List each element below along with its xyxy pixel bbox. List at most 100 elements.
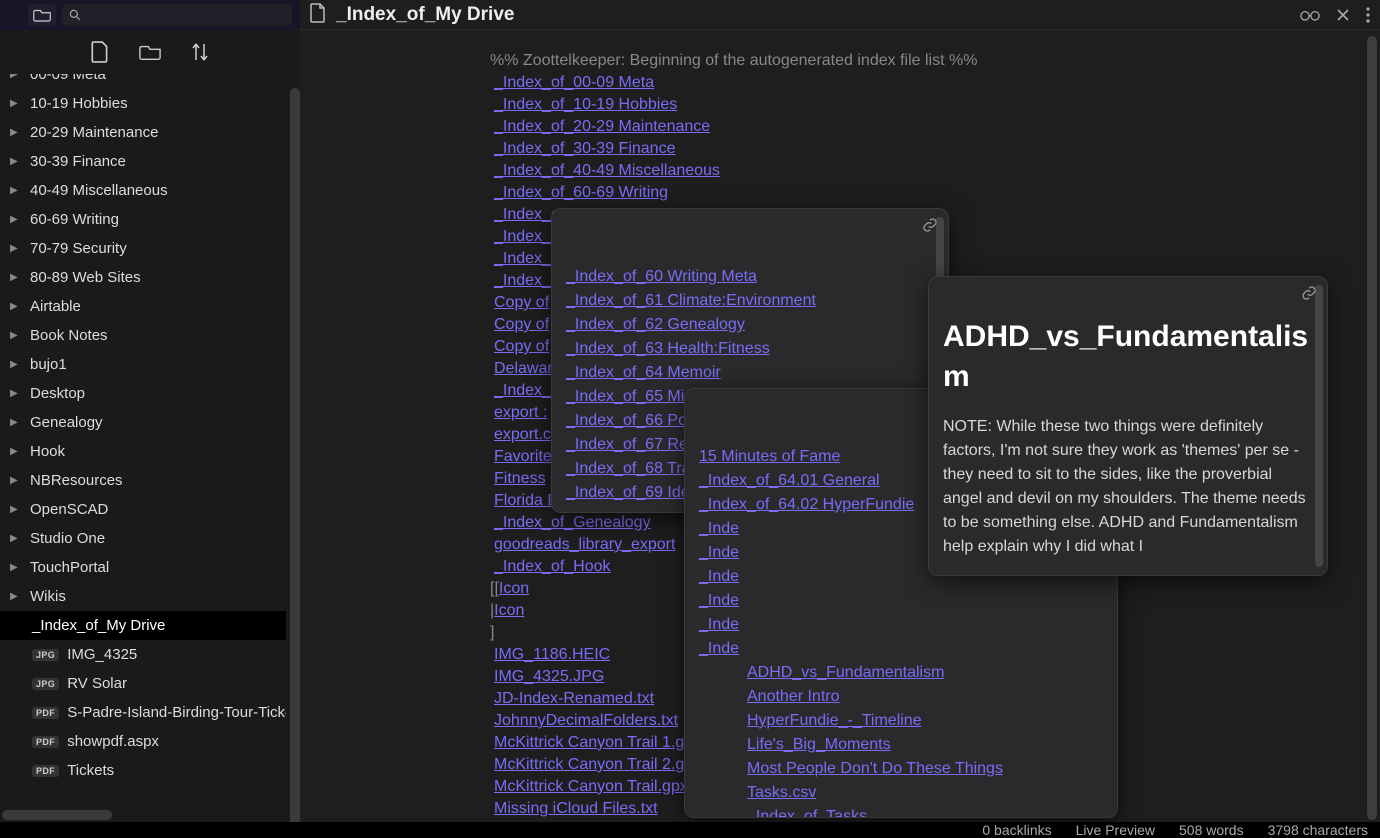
sidebar-folder[interactable]: ▶10-19 Hobbies: [0, 89, 286, 118]
sidebar-file[interactable]: PDFshowpdf.aspx: [0, 727, 286, 756]
chevron-right-icon[interactable]: ▶: [10, 301, 24, 312]
internal-link[interactable]: ADHD_vs_Fundamentalism: [699, 661, 1103, 685]
internal-link[interactable]: _Index_of_62 Genealogy: [566, 313, 934, 337]
internal-link[interactable]: Favorite: [490, 448, 552, 465]
search-input[interactable]: [62, 4, 292, 26]
sidebar-file[interactable]: JPGIMG_4325: [0, 640, 286, 669]
internal-link[interactable]: _Index_of_60 Writing Meta: [566, 265, 934, 289]
sidebar-folder[interactable]: ▶70-79 Security: [0, 234, 286, 263]
sidebar-folder[interactable]: ▶Book Notes: [0, 321, 286, 350]
sidebar-folder[interactable]: ▶60-69 Writing: [0, 205, 286, 234]
internal-link[interactable]: export.c: [490, 426, 551, 443]
sidebar-folder[interactable]: ▶Hook: [0, 437, 286, 466]
sidebar-folder[interactable]: ▶80-89 Web Sites: [0, 263, 286, 292]
chevron-right-icon[interactable]: ▶: [10, 417, 24, 428]
chevron-right-icon[interactable]: ▶: [10, 243, 24, 254]
sidebar-folder[interactable]: ▶Desktop: [0, 379, 286, 408]
chevron-right-icon[interactable]: ▶: [10, 330, 24, 341]
internal-link[interactable]: Life's_Big_Moments: [699, 733, 1103, 757]
internal-link[interactable]: _Index_c: [490, 228, 559, 245]
popover3-scrollbar[interactable]: [1315, 285, 1323, 567]
status-preview-mode[interactable]: Live Preview: [1076, 822, 1155, 838]
internal-link[interactable]: _Index_of_60-69 Writing: [490, 184, 668, 201]
sidebar-folder[interactable]: ▶bujo1: [0, 350, 286, 379]
internal-link[interactable]: Copy of: [490, 316, 549, 333]
editor-scrollbar[interactable]: [1367, 36, 1377, 820]
internal-link[interactable]: Most People Don't Do These Things: [699, 757, 1103, 781]
chevron-right-icon[interactable]: ▶: [10, 74, 24, 80]
internal-link[interactable]: JohnnyDecimalFolders.txt: [490, 712, 678, 729]
new-folder-icon[interactable]: [139, 43, 161, 61]
internal-link[interactable]: McKittrick Canyon Trail 1.gpx: [490, 734, 701, 751]
sidebar-folder[interactable]: ▶40-49 Miscellaneous: [0, 176, 286, 205]
chevron-right-icon[interactable]: ▶: [10, 127, 24, 138]
internal-link[interactable]: IMG_1186.HEIC: [490, 646, 610, 663]
internal-link[interactable]: _Index_c: [490, 206, 559, 223]
sort-icon[interactable]: [191, 42, 209, 62]
sidebar-file[interactable]: PDFS-Padre-Island-Birding-Tour-Ticke: [0, 698, 286, 727]
internal-link[interactable]: Missing iCloud Files.txt: [490, 800, 658, 817]
chevron-right-icon[interactable]: ▶: [10, 98, 24, 109]
internal-link[interactable]: Fitness: [490, 470, 546, 487]
internal-link[interactable]: Icon: [494, 602, 524, 619]
sidebar-folder[interactable]: ▶NBResources: [0, 466, 286, 495]
internal-link[interactable]: _Index_c: [490, 250, 559, 267]
chevron-right-icon[interactable]: ▶: [10, 185, 24, 196]
internal-link[interactable]: _Index_of_Genealogy: [490, 514, 651, 531]
sidebar-file[interactable]: PDFTickets: [0, 756, 286, 785]
internal-link[interactable]: HyperFundie_-_Timeline: [699, 709, 1103, 733]
status-char-count[interactable]: 3798 characters: [1268, 822, 1368, 838]
internal-link[interactable]: _Index_: [490, 382, 551, 399]
internal-link[interactable]: IMG_4325.JPG: [490, 668, 604, 685]
internal-link[interactable]: Delawar: [490, 360, 553, 377]
chevron-right-icon[interactable]: ▶: [10, 359, 24, 370]
reading-mode-icon[interactable]: [1300, 8, 1320, 22]
internal-link[interactable]: _Index_of_61 Climate:Environment: [566, 289, 934, 313]
status-backlinks[interactable]: 0 backlinks: [982, 822, 1051, 838]
internal-link[interactable]: Copy of: [490, 338, 549, 355]
chevron-right-icon[interactable]: ▶: [10, 388, 24, 399]
internal-link[interactable]: Copy of: [490, 294, 549, 311]
new-note-icon[interactable]: [91, 41, 109, 63]
internal-link[interactable]: _Index_of_64 Memoir: [566, 361, 934, 385]
more-icon[interactable]: [1366, 7, 1370, 23]
sidebar-scrollbar-horizontal[interactable]: [2, 810, 112, 820]
sidebar-folder[interactable]: ▶Airtable: [0, 292, 286, 321]
sidebar-scrollbar-vertical[interactable]: [290, 88, 300, 822]
sidebar-file-selected[interactable]: _Index_of_My Drive: [0, 611, 286, 640]
internal-link[interactable]: McKittrick Canyon Trail.gpx: [490, 778, 688, 795]
internal-link[interactable]: _Index_of_20-29 Maintenance: [490, 118, 710, 135]
sidebar-folder[interactable]: ▶Wikis: [0, 582, 286, 611]
internal-link[interactable]: _Index_of_30-39 Finance: [490, 140, 675, 157]
internal-link[interactable]: _Index_of_40-49 Miscellaneous: [490, 162, 720, 179]
internal-link[interactable]: export :: [490, 404, 547, 421]
file-explorer-tab[interactable]: [28, 4, 56, 26]
close-icon[interactable]: [1336, 8, 1350, 22]
chevron-right-icon[interactable]: ▶: [10, 533, 24, 544]
internal-link[interactable]: _Inde: [699, 637, 1103, 661]
internal-link[interactable]: _Inde: [699, 589, 1103, 613]
internal-link[interactable]: _Index_of_10-19 Hobbies: [490, 96, 677, 113]
chevron-right-icon[interactable]: ▶: [10, 562, 24, 573]
internal-link[interactable]: JD-Index-Renamed.txt: [490, 690, 654, 707]
internal-link[interactable]: McKittrick Canyon Trail 2.gpx: [490, 756, 701, 773]
chevron-right-icon[interactable]: ▶: [10, 475, 24, 486]
sidebar-file[interactable]: JPGRV Solar: [0, 669, 286, 698]
internal-link[interactable]: Another Intro: [699, 685, 1103, 709]
internal-link[interactable]: _Inde: [699, 613, 1103, 637]
internal-link[interactable]: _Index_of_00-09 Meta: [490, 74, 654, 91]
chevron-right-icon[interactable]: ▶: [10, 156, 24, 167]
internal-link[interactable]: _Index_of_Tasks: [699, 805, 1103, 818]
sidebar-folder[interactable]: ▶OpenSCAD: [0, 495, 286, 524]
status-word-count[interactable]: 508 words: [1179, 822, 1244, 838]
sidebar-folder[interactable]: ▶Studio One: [0, 524, 286, 553]
chevron-right-icon[interactable]: ▶: [10, 591, 24, 602]
sidebar-folder[interactable]: ▶20-29 Maintenance: [0, 118, 286, 147]
chevron-right-icon[interactable]: ▶: [10, 214, 24, 225]
internal-link[interactable]: Tasks.csv: [699, 781, 1103, 805]
internal-link[interactable]: goodreads_library_export: [490, 536, 675, 553]
sidebar-folder[interactable]: ▶Genealogy: [0, 408, 286, 437]
chevron-right-icon[interactable]: ▶: [10, 504, 24, 515]
sidebar-folder[interactable]: ▶00-09 Meta: [0, 74, 286, 89]
internal-link[interactable]: Icon: [499, 580, 529, 597]
